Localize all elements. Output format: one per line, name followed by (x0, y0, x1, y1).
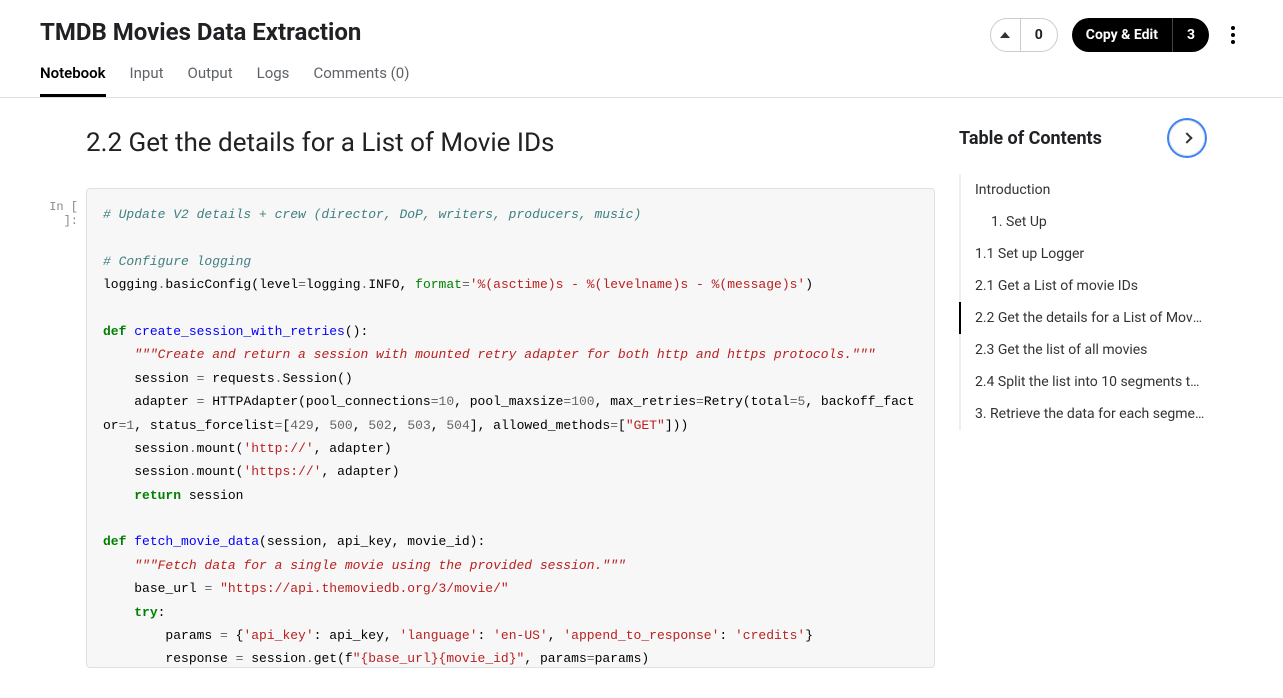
toc-item-retrieve[interactable]: 3. Retrieve the data for each segment (959, 398, 1205, 430)
more-options-button[interactable] (1223, 18, 1243, 52)
caret-up-icon (1000, 32, 1010, 38)
copy-edit-count: 3 (1172, 18, 1209, 52)
toc-item-details[interactable]: 2.2 Get the details for a List of Movi..… (959, 302, 1205, 334)
toc-item-split[interactable]: 2.4 Split the list into 10 segments to..… (959, 366, 1205, 398)
cell-prompt: In [ ]: (40, 188, 86, 668)
tab-output[interactable]: Output (188, 64, 233, 97)
toc-item-logger[interactable]: 1.1 Set up Logger (959, 238, 1205, 270)
page-title: TMDB Movies Data Extraction (40, 18, 361, 46)
tab-bar: Notebook Input Output Logs Comments (0) (0, 52, 1283, 98)
toc-title: Table of Contents (959, 128, 1102, 149)
tab-comments[interactable]: Comments (0) (313, 64, 409, 97)
tab-logs[interactable]: Logs (257, 64, 290, 97)
chevron-right-icon (1181, 132, 1192, 143)
upvote-button[interactable] (991, 19, 1021, 51)
vote-box: 0 (990, 18, 1058, 52)
toc-item-all-movies[interactable]: 2.3 Get the list of all movies (959, 334, 1205, 366)
code-box[interactable]: # Update V2 details + crew (director, Do… (86, 188, 935, 668)
section-heading: 2.2 Get the details for a List of Movie … (86, 128, 935, 158)
toc-collapse-button[interactable] (1169, 120, 1205, 156)
table-of-contents: Table of Contents Introduction 1. Set Up… (935, 98, 1235, 668)
copy-edit-button[interactable]: Copy & Edit 3 (1072, 18, 1209, 52)
toc-item-movie-ids[interactable]: 2.1 Get a List of movie IDs (959, 270, 1205, 302)
copy-edit-label: Copy & Edit (1072, 27, 1172, 43)
tab-notebook[interactable]: Notebook (40, 64, 106, 97)
code-cell: In [ ]: # Update V2 details + crew (dire… (40, 188, 935, 668)
vote-count: 0 (1021, 27, 1057, 43)
tab-input[interactable]: Input (130, 64, 164, 97)
toc-item-setup[interactable]: 1. Set Up (959, 206, 1205, 238)
toc-item-introduction[interactable]: Introduction (959, 174, 1205, 206)
